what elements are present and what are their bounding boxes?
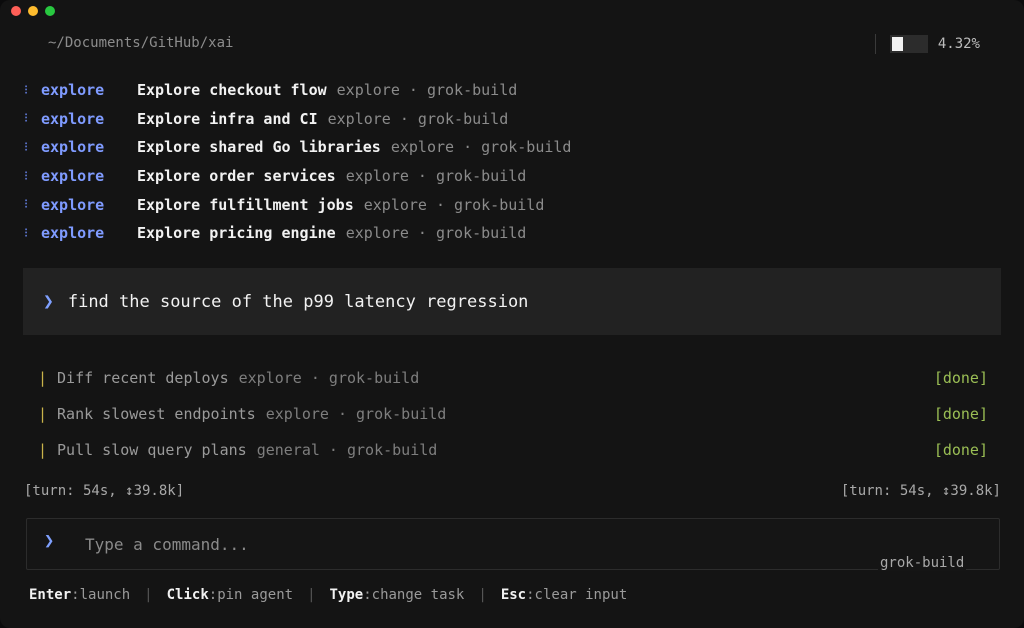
task-meta: explore · grok-build	[265, 405, 447, 423]
close-window-button[interactable]	[11, 6, 21, 16]
chevron-right-icon: ❯	[43, 291, 54, 312]
agent-title: Explore order services	[137, 167, 336, 186]
hint-key: Click	[166, 587, 209, 603]
hint-separator: |	[144, 587, 153, 603]
agent-status-icon: ⁝	[24, 139, 29, 155]
agent-meta: explore · grok-build	[345, 167, 527, 186]
agent-kind: explore	[41, 81, 105, 100]
task-title: Rank slowest endpoints	[57, 405, 256, 423]
hint-action: :launch	[71, 587, 131, 603]
agent-kind: explore	[41, 195, 105, 214]
keybinding-hints: Enter:launch | Click:pin agent | Type:ch…	[29, 587, 627, 603]
agent-kind: explore	[41, 109, 105, 128]
agent-kind: explore	[41, 224, 105, 243]
agent-status-icon: ⁝	[24, 225, 29, 241]
task-title: Pull slow query plans	[57, 441, 247, 459]
task-list: | Diff recent deploys explore · grok-bui…	[38, 360, 988, 468]
window-controls	[11, 6, 55, 16]
agent-row[interactable]: ⁝ explore Explore fulfillment jobs explo…	[24, 190, 571, 219]
agent-kind: explore	[41, 138, 105, 157]
agent-list: ⁝ explore Explore checkout flow explore …	[24, 76, 571, 248]
usage-indicator: 4.32%	[874, 34, 980, 54]
agent-row[interactable]: ⁝ explore Explore checkout flow explore …	[24, 76, 571, 105]
task-status: [done]	[933, 405, 988, 423]
agent-row[interactable]: ⁝ explore Explore pricing engine explore…	[24, 219, 571, 248]
task-row[interactable]: | Diff recent deploys explore · grok-bui…	[38, 360, 988, 396]
task-status: [done]	[933, 441, 988, 459]
task-bar-icon: |	[38, 441, 48, 459]
agent-meta: explore · grok-build	[363, 195, 545, 214]
task-bar-icon: |	[38, 405, 48, 423]
agent-meta: explore · grok-build	[390, 138, 572, 157]
hint-action: :change task	[363, 587, 465, 603]
turn-stats-left: [turn: 54s, ↕39.8k]	[24, 483, 185, 499]
agent-meta: explore · grok-build	[345, 224, 527, 243]
task-meta: general · grok-build	[256, 441, 438, 459]
terminal-window: ~/Documents/GitHub/xai 4.32% ⁝ explore E…	[0, 0, 1024, 628]
hint-key: Esc	[500, 587, 527, 603]
agent-row[interactable]: ⁝ explore Explore shared Go libraries ex…	[24, 133, 571, 162]
agent-title: Explore pricing engine	[137, 224, 336, 243]
agent-kind: explore	[41, 167, 105, 186]
command-input[interactable]	[83, 531, 687, 557]
hint-key: Enter	[29, 587, 72, 603]
agent-meta: explore · grok-build	[336, 81, 518, 100]
divider	[874, 34, 876, 54]
minimize-window-button[interactable]	[28, 6, 38, 16]
task-row[interactable]: | Pull slow query plans general · grok-b…	[38, 432, 988, 468]
task-meta: explore · grok-build	[238, 369, 420, 387]
agent-status-icon: ⁝	[24, 82, 29, 98]
agent-row[interactable]: ⁝ explore Explore infra and CI explore ·…	[24, 105, 571, 134]
agent-title: Explore shared Go libraries	[137, 138, 381, 157]
agent-title: Explore checkout flow	[137, 81, 327, 100]
task-row[interactable]: | Rank slowest endpoints explore · grok-…	[38, 396, 988, 432]
usage-progress-fill	[891, 37, 903, 51]
hint-separator: |	[307, 587, 316, 603]
agent-meta: explore · grok-build	[327, 109, 509, 128]
usage-progress-bar	[889, 35, 928, 53]
agent-row[interactable]: ⁝ explore Explore order services explore…	[24, 162, 571, 191]
model-label: grok-build	[878, 555, 967, 571]
maximize-window-button[interactable]	[45, 6, 55, 16]
agent-title: Explore fulfillment jobs	[137, 195, 354, 214]
agent-title: Explore infra and CI	[137, 109, 318, 128]
hint-separator: |	[478, 587, 487, 603]
working-directory-path: ~/Documents/GitHub/xai	[48, 35, 234, 51]
turn-stats-right: [turn: 54s, ↕39.8k]	[840, 483, 1001, 499]
hint-key: Type	[329, 587, 364, 603]
agent-status-icon: ⁝	[24, 111, 29, 127]
usage-percent: 4.32%	[937, 36, 980, 52]
task-title: Diff recent deploys	[57, 369, 229, 387]
task-bar-icon: |	[38, 369, 48, 387]
hint-action: :pin agent	[208, 587, 294, 603]
prompt-text: find the source of the p99 latency regre…	[67, 291, 529, 312]
command-input-box[interactable]: ❯	[26, 518, 1000, 570]
hint-action: :clear input	[526, 587, 628, 603]
chevron-right-icon: ❯	[44, 531, 55, 551]
task-status: [done]	[933, 369, 988, 387]
agent-status-icon: ⁝	[24, 168, 29, 184]
agent-status-icon: ⁝	[24, 197, 29, 213]
user-prompt: ❯ find the source of the p99 latency reg…	[23, 268, 1001, 335]
